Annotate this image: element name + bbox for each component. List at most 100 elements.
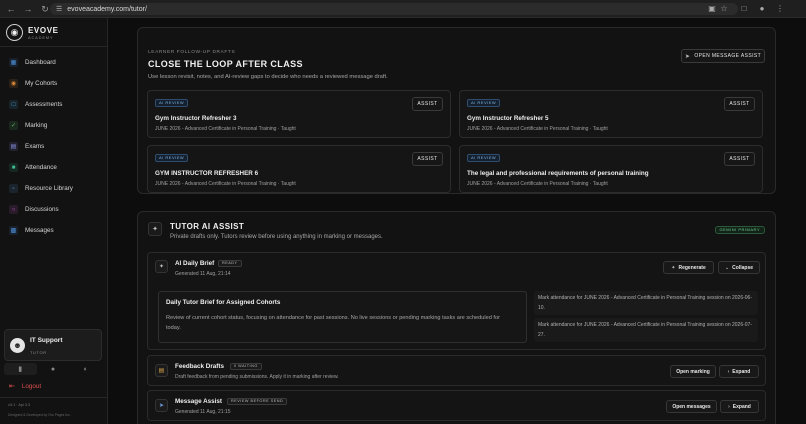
assist-button[interactable]: ASSIST (724, 152, 755, 166)
open-marking-button[interactable]: Open marking (670, 365, 716, 378)
attendance-task-item[interactable]: Mark attendance for JUNE 2026 - Advanced… (534, 318, 758, 342)
sidebar-item-label: Discussions (25, 206, 59, 213)
feedback-drafts-desc: Draft feedback from pending submissions.… (175, 374, 339, 380)
sidebar-item-discussions[interactable]: ○ Discussions (0, 199, 108, 220)
followup-card[interactable]: AI REVIEW ASSIST Gym Instructor Refreshe… (459, 90, 763, 138)
url-text: evoveacademy.com/tutor/ (67, 5, 147, 13)
sidebar-item-resource-library[interactable]: ▫ Resource Library (0, 178, 108, 199)
sidebar-item-label: Assessments (25, 101, 63, 108)
assist-button[interactable]: ASSIST (724, 97, 755, 111)
collapse-button[interactable]: ⌄ Collapse (718, 261, 760, 274)
open-messages-button[interactable]: Open messages (666, 400, 717, 413)
sidebar-item-exams[interactable]: ▤ Exams (0, 136, 108, 157)
sidebar-item-label: Resource Library (25, 185, 73, 192)
card-title: GYM INSTRUCTOR REFRESHER 6 (155, 170, 259, 177)
assessments-icon: □ (9, 100, 18, 109)
avatar: ☻ (10, 338, 25, 353)
browser-toolbar: ← → ↻ ☰ evoveacademy.com/tutor/ ▣ ☆ □ ● … (0, 0, 806, 18)
menu-icon[interactable]: ⋮ (774, 3, 786, 15)
logout-icon: ⇤ (9, 383, 15, 390)
sparkle-icon: ✦ (155, 260, 168, 273)
tutor-ai-assist-panel: ✦ TUTOR AI ASSIST Private drafts only. T… (137, 211, 776, 424)
dark-mode-icon[interactable]: ● (37, 363, 70, 375)
collapse-label: Collapse (732, 264, 754, 271)
sidebar-item-my-cohorts[interactable]: ◉ My Cohorts (0, 73, 108, 94)
daily-brief-panel: ✦ AI Daily Brief READY Generated 11 Aug,… (147, 252, 766, 350)
card-title: Gym Instructor Refresher 5 (467, 115, 549, 122)
sidebar-item-marking[interactable]: ✓ Marking (0, 115, 108, 136)
sidebar-item-label: Marking (25, 122, 48, 129)
document-icon: ▤ (155, 364, 168, 377)
sidebar-item-label: My Cohorts (25, 80, 58, 87)
logout-label: Logout (21, 382, 42, 390)
sidebar-divider (0, 46, 108, 47)
sidebar-item-assessments[interactable]: □ Assessments (0, 94, 108, 115)
expand-label: Expand (732, 403, 751, 410)
followup-desc: Use lesson revisit, notes, and AI-review… (148, 74, 388, 80)
ai-review-badge: AI REVIEW (155, 154, 189, 162)
waiting-tag: 0 WAITING (230, 363, 262, 370)
brand-name: EVOVE (28, 25, 59, 35)
chevron-right-icon: › (728, 403, 730, 410)
expand-button[interactable]: › Expand (720, 400, 759, 413)
sparkle-icon: ✦ (671, 264, 676, 271)
sidebar-nav: ▦ Dashboard ◉ My Cohorts □ Assessments ✓… (0, 52, 108, 241)
followup-card[interactable]: AI REVIEW ASSIST The legal and professio… (459, 145, 763, 193)
brand-logo-icon: ◉ (6, 24, 23, 41)
chevron-right-icon: › (727, 368, 730, 375)
extensions-icon[interactable]: □ (738, 3, 750, 15)
followup-title: CLOSE THE LOOP AFTER CLASS (148, 59, 303, 69)
profile-icon[interactable]: ● (756, 3, 768, 15)
attendance-task-item[interactable]: Mark attendance for JUNE 2026 - Advanced… (534, 291, 758, 315)
sparkle-icon: ✦ (148, 222, 162, 236)
sidebar-item-dashboard[interactable]: ▦ Dashboard (0, 52, 108, 73)
site-info-icon[interactable]: ☰ (56, 5, 62, 13)
open-message-assist-label: OPEN MESSAGE ASSIST (694, 53, 762, 59)
brand[interactable]: ◉ EVOVE ACADEMY (6, 24, 59, 41)
forward-icon[interactable]: → (22, 3, 34, 15)
followup-card[interactable]: AI REVIEW ASSIST GYM INSTRUCTOR REFRESHE… (147, 145, 451, 193)
sidebar-item-attendance[interactable]: ■ Attendance (0, 157, 108, 178)
sidebar-item-messages[interactable]: ▩ Messages (0, 220, 108, 241)
send-icon: ➤ (684, 53, 691, 60)
credit-text: Designed & Developed by Oro Pages Inc. (8, 413, 71, 417)
exams-icon: ▤ (9, 142, 18, 151)
bookmark-star-icon[interactable]: ☆ (718, 3, 730, 15)
ai-review-badge: AI REVIEW (467, 99, 501, 107)
regenerate-button[interactable]: ✦ Regenerate (663, 261, 714, 274)
sidebar-item-label: Messages (25, 227, 54, 234)
regenerate-label: Regenerate (678, 264, 706, 271)
followup-card[interactable]: AI REVIEW ASSIST Gym Instructor Refreshe… (147, 90, 451, 138)
attendance-icon: ■ (9, 163, 18, 172)
dashboard-icon: ▦ (9, 58, 18, 67)
followup-panel: LEARNER FOLLOW-UP DRAFTS CLOSE THE LOOP … (137, 27, 776, 194)
sidebar-divider (0, 397, 108, 398)
assist-title: TUTOR AI ASSIST (170, 222, 245, 231)
bookmark-icon[interactable]: ▮ (4, 363, 37, 375)
user-card[interactable]: ☻ IT Support TUTOR (4, 329, 102, 361)
assist-button[interactable]: ASSIST (412, 97, 443, 111)
card-subtitle: JUNE 2026 - Advanced Certificate in Pers… (155, 181, 296, 187)
logout-button[interactable]: ⇤ Logout (9, 382, 42, 391)
feedback-drafts-panel: ▤ Feedback Drafts 0 WAITING Draft feedba… (147, 355, 766, 386)
brief-body: Review of current cohort status, focusin… (166, 315, 500, 331)
ready-tag: READY (218, 260, 242, 267)
cast-icon[interactable]: ▣ (706, 3, 718, 15)
review-before-send-tag: REVIEW BEFORE SEND (227, 398, 288, 405)
open-message-assist-button[interactable]: ➤ OPEN MESSAGE ASSIST (681, 49, 765, 63)
globe-icon[interactable]: ◐ (69, 363, 102, 375)
feedback-drafts-title: Feedback Drafts (175, 363, 224, 370)
assist-desc: Private drafts only. Tutors review befor… (170, 234, 383, 240)
assist-button[interactable]: ASSIST (412, 152, 443, 166)
message-assist-generated: Generated 11 Aug, 21:15 (175, 409, 231, 415)
card-subtitle: JUNE 2026 - Advanced Certificate in Pers… (467, 126, 608, 132)
theme-switcher: ▮ ● ◐ (4, 363, 102, 375)
message-assist-panel: ➤ Message Assist REVIEW BEFORE SEND Gene… (147, 390, 766, 421)
sidebar-item-label: Exams (25, 143, 45, 150)
address-bar[interactable]: ☰ evoveacademy.com/tutor/ (50, 3, 738, 15)
sidebar-item-label: Dashboard (25, 59, 56, 66)
back-icon[interactable]: ← (5, 3, 17, 15)
expand-button[interactable]: › Expand (719, 365, 759, 378)
main-content: LEARNER FOLLOW-UP DRAFTS CLOSE THE LOOP … (108, 18, 806, 424)
marking-icon: ✓ (9, 121, 18, 130)
